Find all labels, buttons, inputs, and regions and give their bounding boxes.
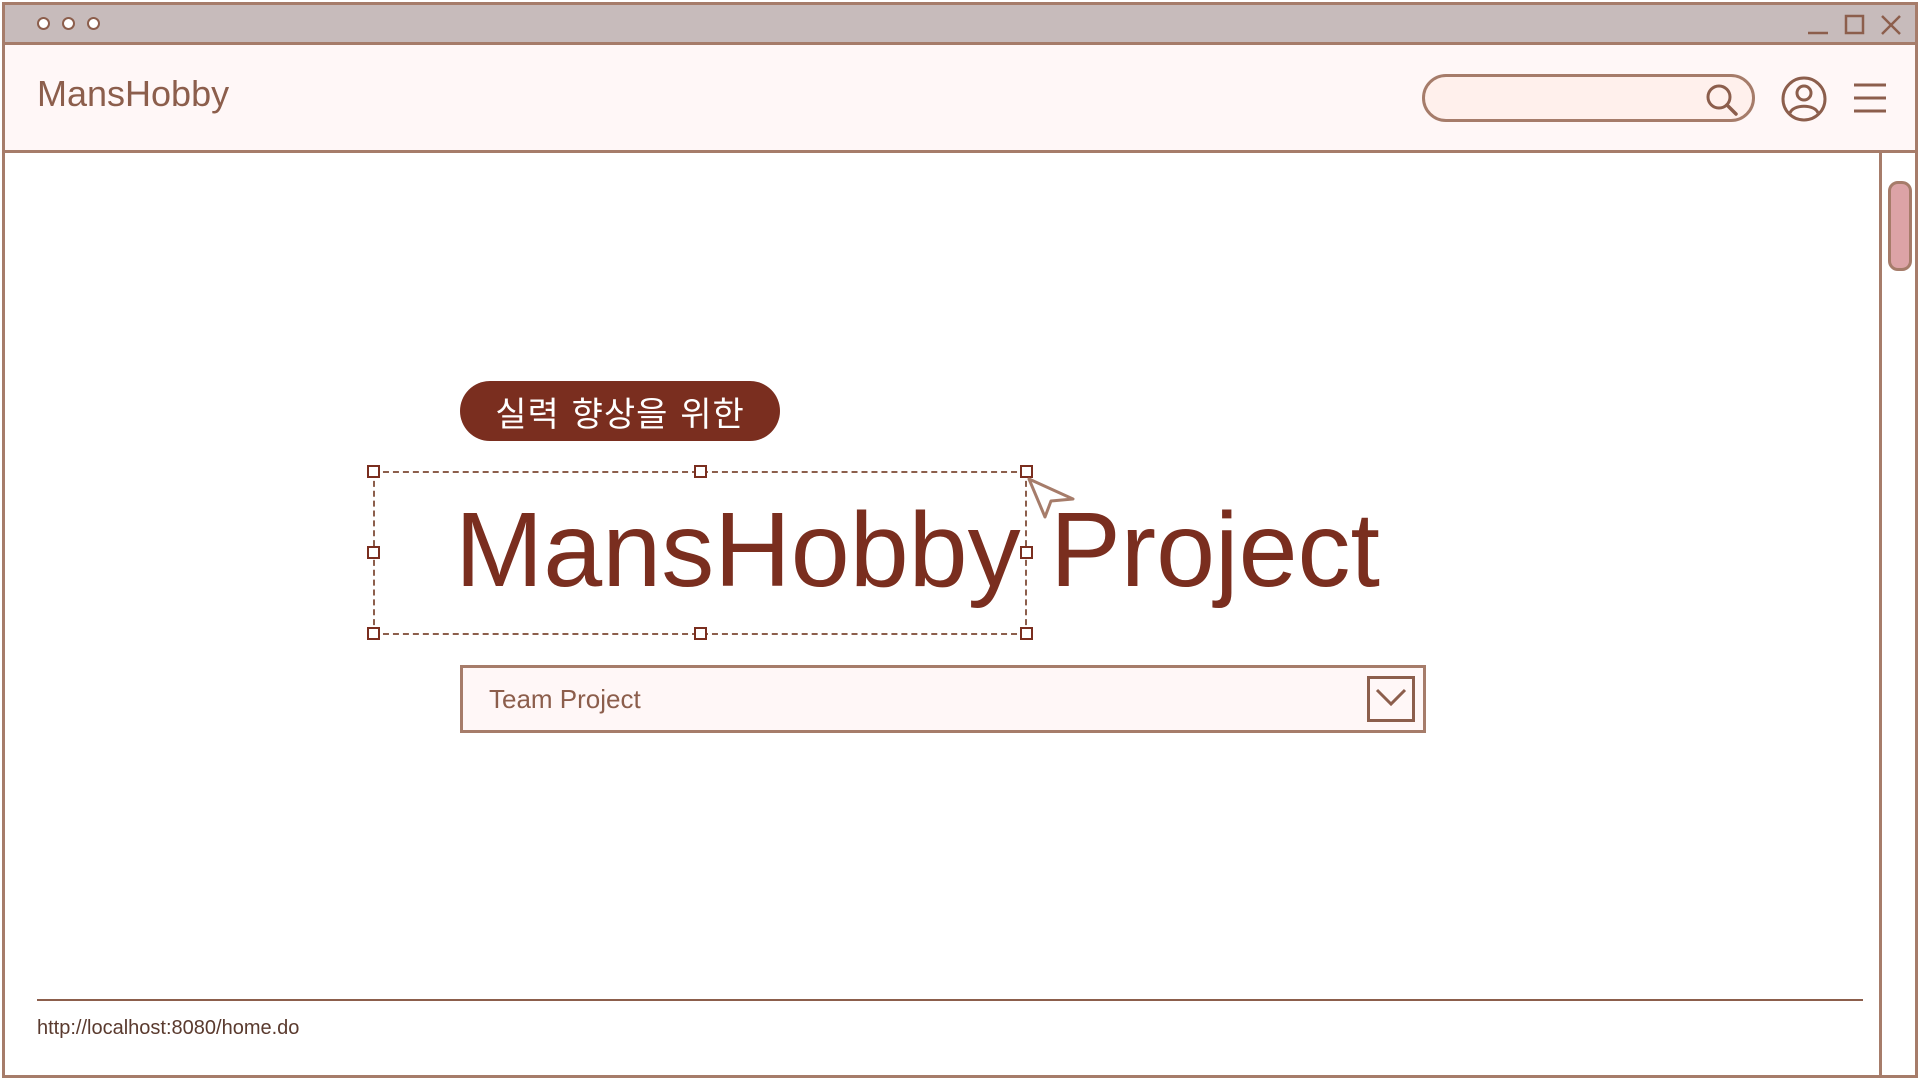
project-type-dropdown[interactable]: Team Project: [460, 665, 1426, 733]
dropdown-value: Team Project: [489, 684, 641, 714]
maximize-icon[interactable]: [1843, 13, 1867, 37]
search-input[interactable]: [1441, 83, 1691, 113]
resize-handle[interactable]: [367, 546, 380, 559]
window-titlebar: [5, 5, 1915, 45]
cursor-icon: [1027, 477, 1075, 523]
tagline-badge: 실력 향상을 위한: [460, 381, 780, 441]
user-icon[interactable]: [1779, 74, 1829, 128]
resize-handle[interactable]: [367, 627, 380, 640]
scrollbar-thumb[interactable]: [1888, 181, 1912, 271]
footer-divider: [37, 999, 1863, 1001]
navbar: MansHobby: [5, 45, 1915, 153]
hero-title: MansHobby Project: [455, 485, 1380, 615]
search-icon[interactable]: [1704, 82, 1740, 122]
brand-logo[interactable]: MansHobby: [37, 73, 229, 115]
resize-handle[interactable]: [1020, 627, 1033, 640]
window-controls: [1805, 13, 1903, 37]
hero-title-rest: Project: [1050, 491, 1380, 609]
dropdown-toggle-button[interactable]: [1367, 676, 1415, 722]
minimize-icon[interactable]: [1805, 13, 1831, 37]
window-dots: [37, 17, 100, 30]
status-url: http://localhost:8080/home.do: [37, 1017, 300, 1039]
hero-title-selected[interactable]: MansHobby: [455, 491, 1021, 609]
resize-handle[interactable]: [694, 465, 707, 478]
scrollbar[interactable]: [1879, 153, 1915, 1075]
browser-window: MansHobby 실력 향상을 위한 MansHobby Project Te…: [2, 2, 1918, 1078]
close-icon[interactable]: [1879, 13, 1903, 37]
chevron-down-icon: [1374, 686, 1408, 712]
window-dot-icon[interactable]: [87, 17, 100, 30]
window-dot-icon[interactable]: [37, 17, 50, 30]
menu-icon[interactable]: [1851, 80, 1889, 120]
resize-handle[interactable]: [694, 627, 707, 640]
resize-handle[interactable]: [367, 465, 380, 478]
window-dot-icon[interactable]: [62, 17, 75, 30]
search-box[interactable]: [1422, 74, 1755, 122]
